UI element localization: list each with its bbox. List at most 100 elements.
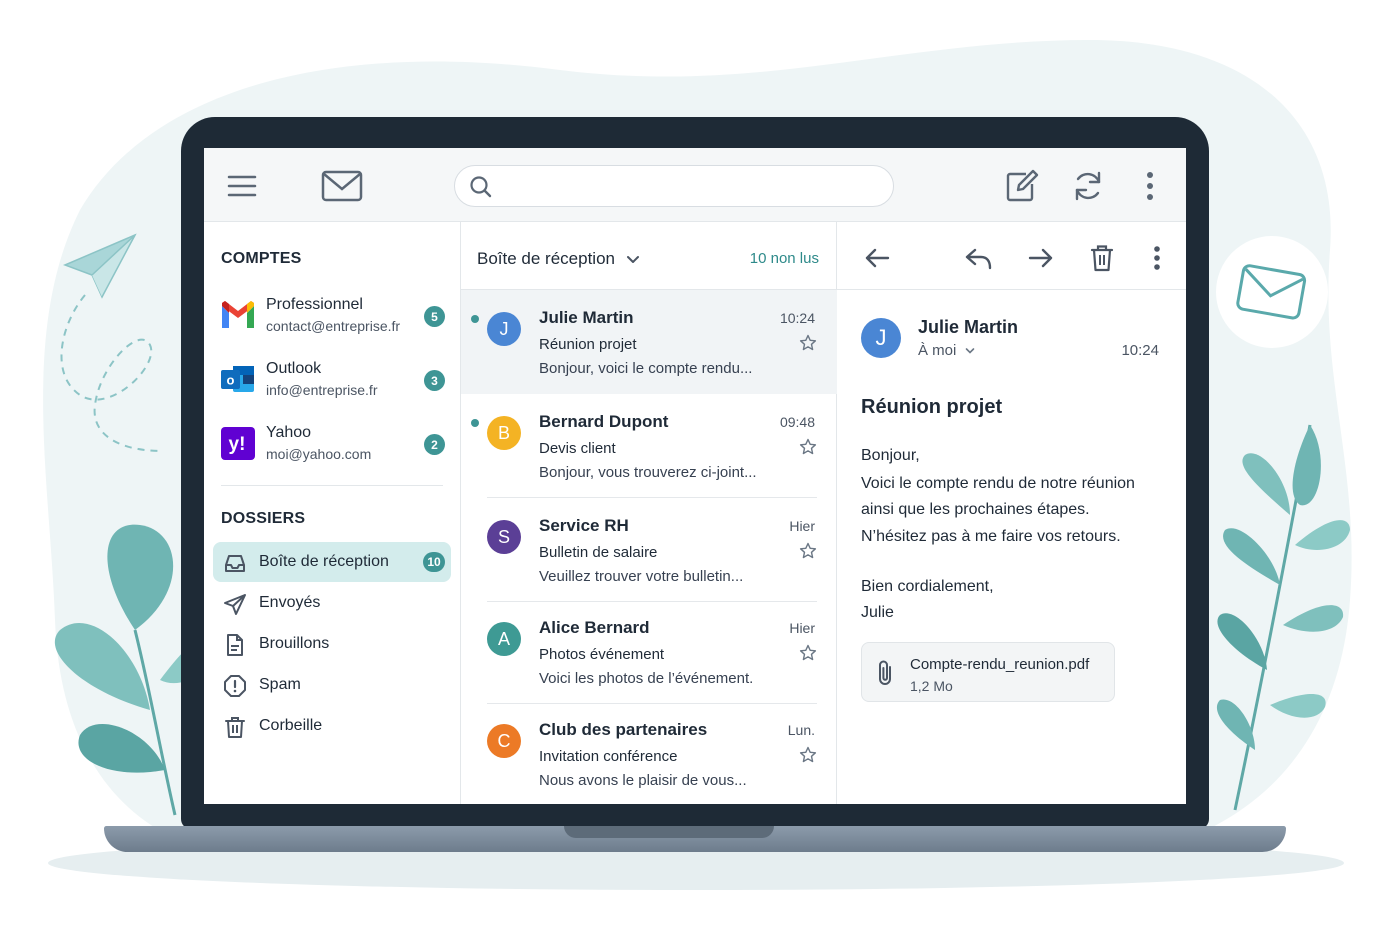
email-sender: Julie Martin — [918, 317, 1019, 337]
attachment-card[interactable]: Compte-rendu_reunion.pdf 1,2 Mo — [861, 642, 1115, 702]
unread-dot — [471, 315, 479, 323]
account-email: moi@yahoo.com — [266, 446, 372, 462]
list-item[interactable]: B Bernard Dupont 09:48 Devis client Bonj… — [461, 394, 837, 498]
account-email: info@entreprise.fr — [266, 382, 378, 398]
envelope-decor-icon — [1236, 264, 1307, 320]
reply-icon[interactable] — [963, 242, 995, 274]
spam-icon — [224, 675, 246, 697]
unread-badge: 10 — [423, 552, 445, 572]
avatar: J — [487, 312, 521, 346]
unread-count: 10 non lus — [749, 250, 819, 267]
mail-app-window: COMPTES Professionnel contact@entreprise… — [204, 148, 1186, 804]
trash-icon — [225, 717, 245, 738]
star-icon[interactable] — [799, 542, 817, 560]
message-preview: Nous avons le plaisir de vous... — [539, 772, 747, 789]
account-name: Outlook — [266, 360, 322, 377]
sidebar-divider — [221, 485, 443, 486]
message-subject: Invitation conférence — [539, 748, 678, 765]
message-list-header: Boîte de réception 10 non lus — [461, 222, 837, 290]
avatar: S — [487, 520, 521, 554]
list-item[interactable]: J Julie Martin 10:24 Réunion projet Bonj… — [461, 290, 837, 394]
folder-dropdown[interactable]: Boîte de réception — [477, 249, 640, 269]
email-body-line: Julie — [861, 604, 894, 621]
message-time: 09:48 — [779, 414, 815, 430]
message-sender: Service RH — [539, 516, 629, 535]
illustration: COMPTES Professionnel contact@entreprise… — [0, 0, 1400, 933]
star-icon[interactable] — [799, 334, 817, 352]
message-preview: Bonjour, vous trouverez ci-joint... — [539, 464, 757, 481]
gmail-logo — [222, 301, 254, 328]
back-arrow-icon[interactable] — [861, 242, 893, 274]
refresh-icon[interactable] — [1068, 166, 1108, 206]
unread-badge: 3 — [424, 370, 445, 391]
trash-icon[interactable] — [1087, 242, 1117, 274]
leaves-right — [1216, 424, 1350, 811]
message-time: Hier — [789, 620, 815, 636]
search-input[interactable] — [501, 174, 881, 198]
more-vertical-icon[interactable] — [1147, 242, 1167, 274]
star-icon[interactable] — [799, 746, 817, 764]
hamburger-icon[interactable] — [222, 169, 262, 203]
avatar: A — [487, 622, 521, 656]
account-yahoo[interactable]: y! Yahoo moi@yahoo.com 2 — [204, 420, 461, 474]
sidebar-item-drafts[interactable]: Brouillons — [213, 624, 451, 664]
email-time: 10:24 — [1121, 342, 1159, 359]
message-time: 10:24 — [779, 310, 815, 326]
message-sender: Julie Martin — [539, 308, 634, 327]
accounts-title: COMPTES — [221, 250, 302, 267]
search-bar[interactable] — [454, 165, 894, 207]
recipient-dropdown[interactable]: À moi — [918, 342, 975, 359]
compose-icon[interactable] — [1002, 166, 1042, 206]
chevron-down-icon — [626, 255, 639, 263]
message-subject: Réunion projet — [539, 336, 637, 353]
folder-label: Envoyés — [259, 594, 321, 611]
recipient-label: À moi — [918, 342, 957, 359]
account-name: Yahoo — [266, 424, 312, 441]
more-vertical-icon[interactable] — [1138, 168, 1162, 204]
unread-badge: 5 — [424, 306, 445, 327]
email-body-line: Bonjour, — [861, 447, 920, 464]
avatar: C — [487, 724, 521, 758]
account-email: contact@entreprise.fr — [266, 318, 401, 334]
star-icon[interactable] — [799, 644, 817, 662]
sidebar-item-spam[interactable]: Spam — [213, 665, 451, 705]
sidebar-item-trash[interactable]: Corbeille — [213, 706, 451, 746]
email-body-line: Bien cordialement, — [861, 578, 994, 595]
draft-icon — [227, 634, 243, 656]
list-item[interactable]: C Club des partenaires Lun. Invitation c… — [461, 702, 837, 804]
account-professionnel[interactable]: Professionnel contact@entreprise.fr 5 — [204, 292, 461, 346]
paper-plane-icon — [60, 233, 160, 452]
message-sender: Alice Bernard — [539, 618, 650, 637]
inbox-icon — [225, 555, 245, 572]
attachment-name: Compte-rendu_reunion.pdf — [910, 656, 1090, 673]
avatar: J — [861, 318, 901, 358]
email-subject: Réunion projet — [861, 396, 1003, 418]
message-subject: Devis client — [539, 440, 616, 457]
star-icon[interactable] — [799, 438, 817, 456]
yahoo-logo: y! — [221, 427, 255, 460]
message-sender: Bernard Dupont — [539, 412, 669, 431]
sidebar-item-inbox[interactable]: Boîte de réception 10 — [213, 542, 451, 582]
laptop-notch — [564, 826, 774, 838]
reader-toolbar — [837, 222, 1186, 290]
message-list: Boîte de réception 10 non lus J Julie Ma… — [461, 222, 837, 804]
account-outlook[interactable]: o Outlook info@entreprise.fr 3 — [204, 356, 461, 410]
unread-badge: 2 — [424, 434, 445, 455]
folder-dropdown-label: Boîte de réception — [477, 249, 615, 268]
sidebar-item-sent[interactable]: Envoyés — [213, 583, 451, 623]
message-subject: Photos événement — [539, 646, 665, 663]
attachment-size: 1,2 Mo — [910, 678, 953, 694]
chevron-down-icon — [965, 348, 974, 354]
forward-icon[interactable] — [1025, 242, 1057, 274]
paperclip-icon — [879, 660, 891, 685]
email-body-line: ainsi que les prochaines étapes. — [861, 501, 1090, 518]
svg-text:o: o — [227, 373, 235, 388]
email-body-line: N’hésitez pas à me faire vos retours. — [861, 528, 1121, 545]
folder-label: Spam — [259, 676, 301, 693]
avatar: B — [487, 416, 521, 450]
send-icon — [224, 594, 246, 615]
message-subject: Bulletin de salaire — [539, 544, 658, 561]
list-item[interactable]: A Alice Bernard Hier Photos événement Vo… — [461, 600, 837, 704]
list-item[interactable]: S Service RH Hier Bulletin de salaire Ve… — [461, 498, 837, 602]
message-time: Lun. — [787, 722, 815, 738]
